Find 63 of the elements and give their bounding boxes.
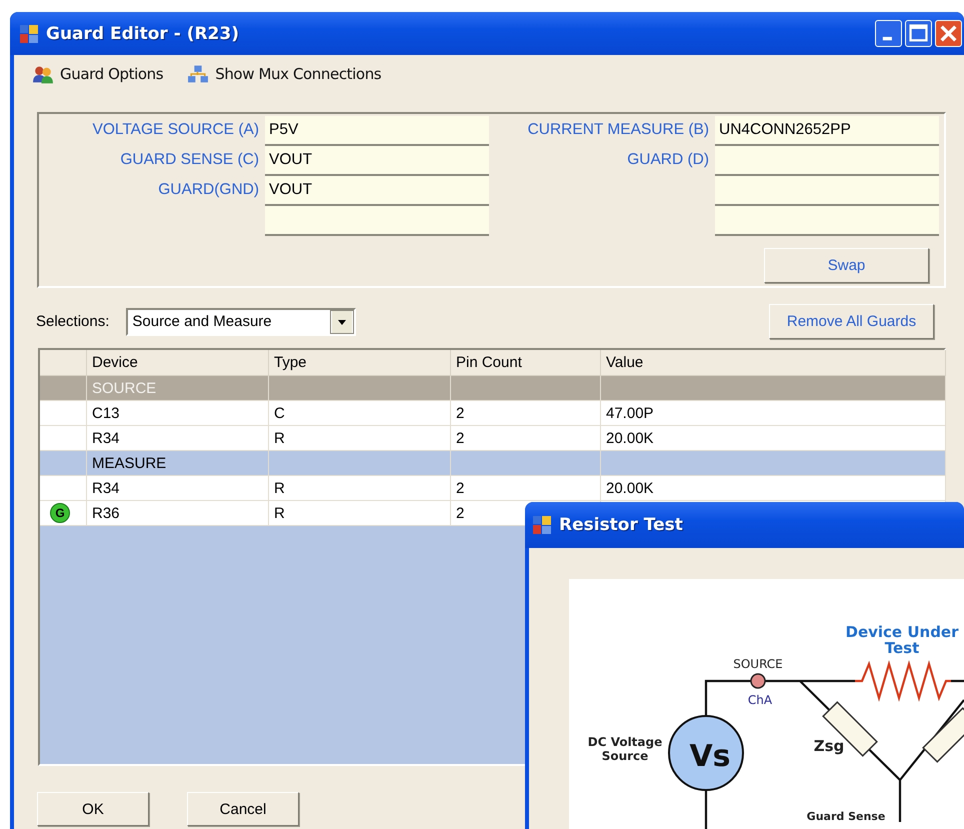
window-title: Guard Editor - (R23) <box>46 24 239 44</box>
table-cell: 20.00K <box>600 426 946 450</box>
table-cell: 2 <box>450 426 600 450</box>
diagram-label: Guard Sense <box>806 810 886 823</box>
app-icon <box>533 516 551 534</box>
diagram-label: Zsg <box>814 737 844 755</box>
table-cell: 47.00P <box>600 400 946 426</box>
table-cell: 20.00K <box>600 476 946 500</box>
table-row[interactable]: MEASURE <box>40 450 946 476</box>
table-cell: 2 <box>450 400 600 426</box>
selections-dropdown[interactable]: Source and Measure <box>126 308 356 336</box>
text-field[interactable]: VOUT <box>265 146 489 176</box>
diagram-label: DC Voltage Source <box>588 735 662 763</box>
table-cell: R36 <box>86 500 268 526</box>
table-cell: R34 <box>86 426 268 450</box>
text-field[interactable]: VOUT <box>265 176 489 206</box>
column-header[interactable]: Type <box>268 350 450 376</box>
row-header <box>40 350 86 376</box>
table-cell: C13 <box>86 400 268 426</box>
table-cell: SOURCE <box>86 376 268 400</box>
table-row[interactable]: C13 C 2 47.00P <box>40 400 946 426</box>
ok-button[interactable]: OK <box>37 792 149 826</box>
table-cell: R <box>268 500 450 526</box>
text-field[interactable] <box>715 176 939 206</box>
guard-badge: G <box>50 503 70 523</box>
cancel-button[interactable]: Cancel <box>187 792 299 826</box>
table-row[interactable]: R34 R 2 20.00K <box>40 476 946 500</box>
selections-label: Selections: <box>36 313 110 330</box>
swap-button[interactable]: Swap <box>764 248 929 283</box>
field-label: CURRENT MEASURE (B) <box>526 120 710 140</box>
text-field[interactable] <box>715 206 939 236</box>
table-row[interactable]: R34 R 2 20.00K <box>40 426 946 450</box>
column-header[interactable]: Value <box>600 350 946 376</box>
diagram-label: ChA <box>748 693 772 707</box>
dropdown-arrow-icon[interactable] <box>330 310 354 334</box>
field-label: GUARD(GND) <box>157 180 260 200</box>
app-icon <box>20 24 38 42</box>
table-cell: 2 <box>450 476 600 500</box>
people-icon <box>32 64 54 84</box>
field-label: GUARD (D) <box>626 150 710 170</box>
diagram-label: Vs <box>689 739 731 774</box>
toolbar-button[interactable]: Guard Options <box>30 64 166 84</box>
table-cell: R <box>268 476 450 500</box>
column-header[interactable]: Pin Count <box>450 350 600 376</box>
minimize-button[interactable] <box>875 20 902 47</box>
remove-all-guards-button[interactable]: Remove All Guards <box>769 304 934 339</box>
table-cell: R34 <box>86 476 268 500</box>
text-field[interactable]: UN4CONN2652PP <box>715 116 939 146</box>
table-cell: R <box>268 426 450 450</box>
table-cell: C <box>268 400 450 426</box>
field-label: VOLTAGE SOURCE (A) <box>91 120 260 140</box>
diagram-label: Device Under Test <box>846 623 958 657</box>
column-header[interactable]: Device <box>86 350 268 376</box>
text-field[interactable]: P5V <box>265 116 489 146</box>
toolbar-button[interactable]: Show Mux Connections <box>185 64 384 84</box>
network-icon <box>187 64 210 84</box>
diagram-label: SOURCE <box>733 657 783 671</box>
table-cell: MEASURE <box>86 450 268 476</box>
field-label: GUARD SENSE (C) <box>119 150 260 170</box>
text-field[interactable] <box>265 206 489 236</box>
close-button[interactable] <box>935 20 962 47</box>
text-field[interactable] <box>715 146 939 176</box>
maximize-button[interactable] <box>905 20 932 47</box>
